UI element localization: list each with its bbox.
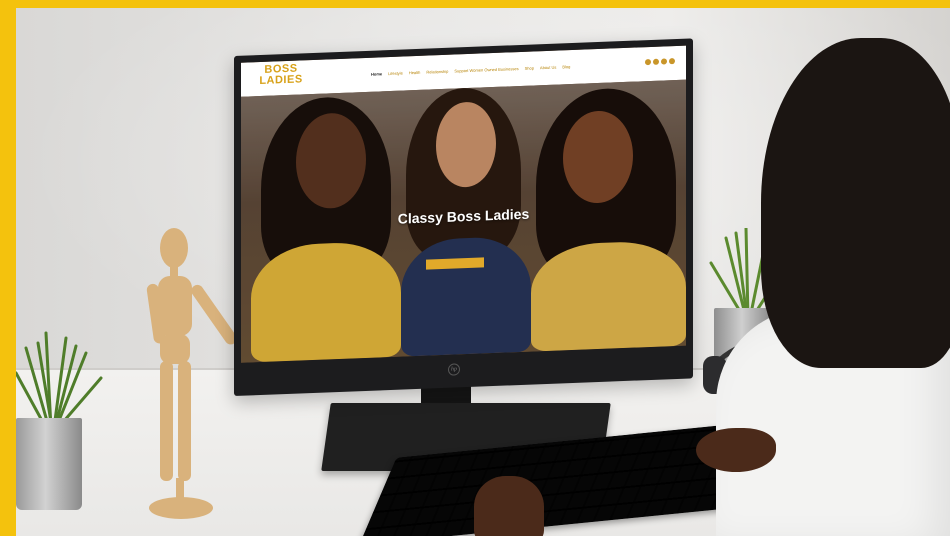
monitor: BOSS LADIES Home Lifestyle Health Relati… <box>234 38 693 396</box>
nav-support-businesses[interactable]: Support Women Owned Businesses <box>454 66 518 73</box>
nav-lifestyle[interactable]: Lifestyle <box>388 71 403 77</box>
monitor-screen: BOSS LADIES Home Lifestyle Health Relati… <box>241 45 686 363</box>
nav-health[interactable]: Health <box>409 70 421 75</box>
nav-about[interactable]: About Us <box>540 65 556 71</box>
nav-blog[interactable]: Blog <box>562 64 570 69</box>
pinterest-icon[interactable] <box>661 58 667 65</box>
woman-hair <box>761 38 950 368</box>
nav-shop[interactable]: Shop <box>525 65 534 70</box>
woman-left-hand <box>474 476 544 536</box>
site-nav: Home Lifestyle Health Relationship Suppo… <box>371 64 570 77</box>
nav-relationship[interactable]: Relationship <box>426 69 448 75</box>
plant-pot-left <box>16 418 82 510</box>
nav-home[interactable]: Home <box>371 71 382 76</box>
site-logo[interactable]: BOSS LADIES <box>253 63 309 93</box>
social-icons <box>645 58 675 66</box>
instagram-icon[interactable] <box>653 58 659 65</box>
twitter-icon[interactable] <box>669 58 675 65</box>
woman-right-hand <box>696 428 776 472</box>
facebook-icon[interactable] <box>645 58 651 66</box>
logo-line-2: LADIES <box>259 73 303 88</box>
wooden-mannequin <box>146 228 237 519</box>
hero-banner: Classy Boss Ladies <box>241 79 686 363</box>
photo-scene: BOSS LADIES Home Lifestyle Health Relati… <box>16 8 950 536</box>
plant-left-leaves <box>16 331 103 428</box>
hp-logo-icon: hp <box>448 363 460 376</box>
